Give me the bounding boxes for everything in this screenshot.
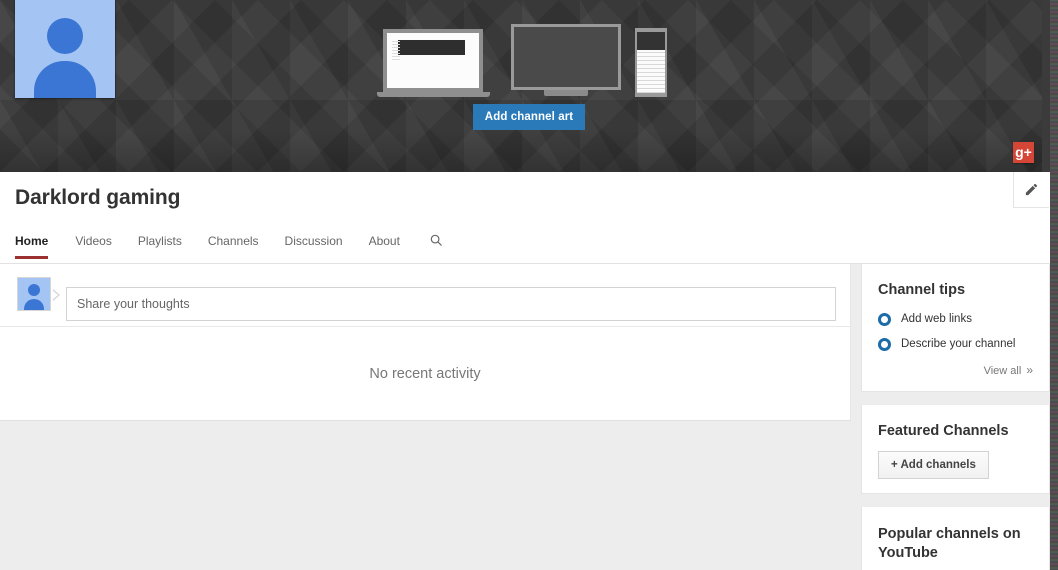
pencil-icon <box>1025 183 1038 196</box>
tab-videos-label: Videos <box>75 234 112 248</box>
laptop-banner-bar <box>398 40 466 55</box>
featured-channels-title: Featured Channels <box>878 423 1009 439</box>
tab-home-label: Home <box>15 234 49 248</box>
laptop-screen <box>383 29 483 92</box>
phone-screen <box>637 32 665 93</box>
tab-discussion-label: Discussion <box>284 234 343 248</box>
view-all-tips-link[interactable]: View all » <box>878 363 1033 377</box>
avatar-body-shape <box>24 299 44 310</box>
channel-tip-item[interactable]: Describe your channel <box>878 337 1033 351</box>
channel-banner[interactable]: Add channel art <box>0 0 1050 172</box>
channel-sidebar: Channel tips Add web links Describe your… <box>861 264 1050 570</box>
tab-channels[interactable]: Channels <box>195 226 272 259</box>
tab-discussion[interactable]: Discussion <box>272 226 356 259</box>
edit-channel-button[interactable] <box>1013 172 1049 208</box>
popular-channels-card: Popular channels on YouTube <box>861 507 1050 570</box>
phone-header-bar <box>637 32 665 50</box>
composer-pointer-arrow <box>52 289 60 301</box>
view-all-label: View all <box>983 365 1022 377</box>
circle-bullet-icon <box>878 338 891 351</box>
avatar-head-shape <box>28 284 40 296</box>
laptop-sidebar-lines <box>392 41 400 61</box>
tab-about-label: About <box>368 234 400 248</box>
avatar-head-shape <box>47 18 83 54</box>
phone-mockup <box>635 28 667 97</box>
tv-screen-content <box>514 27 618 87</box>
tab-about[interactable]: About <box>356 226 413 259</box>
tv-stand <box>544 90 588 96</box>
channel-header: Darklord gaming Home Videos Playlists Ch… <box>0 172 1050 264</box>
tab-channels-label: Channels <box>207 234 259 248</box>
laptop-mockup <box>377 29 490 97</box>
channel-tip-item[interactable]: Add web links <box>878 312 1033 326</box>
sidebar-divider <box>861 494 1050 507</box>
double-chevron-right-icon: » <box>1026 363 1033 377</box>
share-thoughts-input[interactable] <box>66 287 836 321</box>
google-plus-icon[interactable]: g+ <box>1013 142 1034 163</box>
banner-right-edge <box>1042 0 1050 172</box>
tv-mockup <box>511 24 621 96</box>
tab-home[interactable]: Home <box>15 226 62 259</box>
channel-search-button[interactable] <box>413 226 455 258</box>
channel-tabs: Home Videos Playlists Channels Discussio… <box>15 226 455 263</box>
no-recent-activity-message: No recent activity <box>369 365 481 382</box>
popular-channels-title: Popular channels on YouTube <box>878 526 1021 561</box>
add-channel-art-button[interactable]: Add channel art <box>473 104 585 130</box>
channel-avatar[interactable] <box>15 0 115 98</box>
channel-tips-card: Channel tips Add web links Describe your… <box>861 264 1050 392</box>
youtube-channel-page: Add channel art g+ Darklord gaming Home … <box>0 0 1058 570</box>
composer-avatar[interactable] <box>17 277 51 311</box>
sidebar-divider <box>861 392 1050 405</box>
tab-playlists-label: Playlists <box>137 234 182 248</box>
laptop-screen-content <box>387 33 479 88</box>
device-preview-group <box>377 24 673 102</box>
channel-tip-label: Describe your channel <box>901 338 1016 350</box>
channel-tips-title: Channel tips <box>878 282 966 298</box>
channel-feed-card: No recent activity <box>0 264 851 421</box>
circle-bullet-icon <box>878 313 891 326</box>
tab-videos[interactable]: Videos <box>62 226 124 259</box>
phone-content-lines <box>637 52 665 93</box>
post-composer <box>0 264 850 327</box>
featured-channels-card: Featured Channels + Add channels <box>861 405 1050 494</box>
screenshot-edge-artifact <box>1050 0 1058 570</box>
channel-tip-label: Add web links <box>901 313 972 325</box>
add-channels-button[interactable]: + Add channels <box>878 451 989 479</box>
tv-screen <box>511 24 621 90</box>
avatar-body-shape <box>34 61 96 98</box>
tab-playlists[interactable]: Playlists <box>125 226 195 259</box>
search-icon <box>430 234 442 246</box>
laptop-base <box>377 92 490 97</box>
page-title: Darklord gaming <box>15 186 181 209</box>
phone-body <box>635 28 667 97</box>
